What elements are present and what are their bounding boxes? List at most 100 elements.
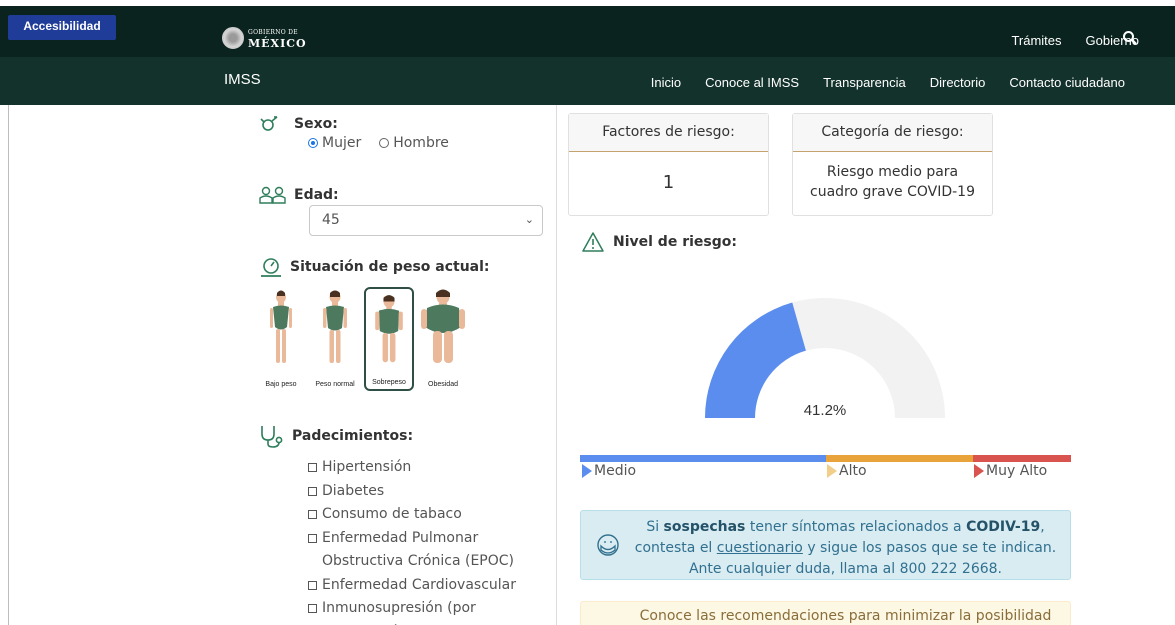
radio-dot-checked[interactable] xyxy=(308,138,318,148)
search-icon[interactable] xyxy=(1122,30,1138,46)
info-text: contesta el xyxy=(634,540,717,556)
nav-inicio[interactable]: Inicio xyxy=(651,75,681,90)
checkbox-hipertension[interactable]: Hipertensión xyxy=(308,456,538,480)
legend-medio-label: Medio xyxy=(594,463,637,479)
scale-icon xyxy=(261,258,281,277)
brand-imss[interactable]: IMSS xyxy=(224,71,261,88)
top-links: Trámites Gobierno xyxy=(1011,33,1139,48)
edad-select[interactable]: 45 ⌄ xyxy=(309,205,543,236)
radio-mujer[interactable]: Mujer xyxy=(308,135,361,151)
peso-option-obesidad-label: Obesidad xyxy=(428,381,458,388)
triangle-right-icon xyxy=(974,464,984,478)
checkbox-label: Hipertensión xyxy=(322,459,412,475)
radio-hombre[interactable]: Hombre xyxy=(379,135,449,151)
logo-small-text: GOBIERNO DE xyxy=(248,28,298,36)
radio-dot-unchecked[interactable] xyxy=(379,138,390,148)
risk-legend-bar xyxy=(580,455,1071,462)
info-line-3: Ante cualquier duda, llama al 800 222 26… xyxy=(688,561,1002,577)
people-icon xyxy=(259,186,286,204)
edad-section-title: Edad: xyxy=(258,186,339,204)
sexo-radio-group: Mujer Hombre xyxy=(308,135,449,151)
top-bar: Accesibilidad GOBIERNO DE MÉXICO Trámite… xyxy=(0,0,1175,57)
info-line-2: contesta el cuestionario y sigue los pas… xyxy=(621,538,1070,559)
checkbox-box[interactable] xyxy=(308,510,317,519)
legend-segment-medio xyxy=(580,455,826,462)
info-text: , xyxy=(1040,519,1045,535)
factores-value: 1 xyxy=(662,172,675,193)
body-figure-icon xyxy=(375,295,403,363)
peso-option-sobrepeso[interactable]: Sobrepeso xyxy=(364,287,414,391)
sexo-label: Sexo: xyxy=(294,116,338,132)
checkbox-box[interactable] xyxy=(308,463,317,472)
padecimientos-label: Padecimientos: xyxy=(292,428,414,444)
peso-option-bajo[interactable]: Bajo peso xyxy=(256,287,306,391)
nivel-riesgo-label: Nivel de riesgo: xyxy=(613,234,737,250)
peso-option-sobrepeso-label: Sobrepeso xyxy=(372,379,406,386)
cuestionario-link[interactable]: cuestionario xyxy=(717,540,803,556)
gobierno-mexico-logo[interactable]: GOBIERNO DE MÉXICO xyxy=(222,27,307,49)
covid-info-alert: Si sospechas tener síntomas relacionados… xyxy=(580,510,1071,580)
checkbox-cardiovascular[interactable]: Enfermedad Cardiovascular xyxy=(308,574,538,598)
checkbox-epoc[interactable]: Enfermedad Pulmonar Obstructiva Crónica … xyxy=(308,527,538,574)
legend-segment-muy-alto xyxy=(973,455,1071,462)
top-link-tramites[interactable]: Trámites xyxy=(1011,33,1061,48)
peso-option-obesidad[interactable]: Obesidad xyxy=(418,287,468,391)
seal-icon xyxy=(222,27,244,49)
checkbox-box[interactable] xyxy=(308,580,317,590)
body-figure-icon xyxy=(323,290,347,363)
categoria-card: Categoría de riesgo: Riesgo medio para c… xyxy=(792,113,993,216)
warning-icon xyxy=(582,232,604,252)
recommendations-text: Conoce las recomendaciones para minimiza… xyxy=(639,608,1052,624)
peso-option-normal[interactable]: Peso normal xyxy=(310,287,360,391)
nav-directorio[interactable]: Directorio xyxy=(930,75,986,90)
legend-medio: Medio xyxy=(582,463,636,479)
factores-title: Factores de riesgo: xyxy=(569,114,768,152)
checkbox-box[interactable] xyxy=(308,533,317,543)
triangle-right-icon xyxy=(582,464,592,478)
info-text: Si xyxy=(646,519,664,535)
legend-muy-alto: Muy Alto xyxy=(974,463,1047,479)
checkbox-box[interactable] xyxy=(308,604,317,613)
stethoscope-icon xyxy=(261,426,283,448)
checkbox-diabetes[interactable]: Diabetes xyxy=(308,480,538,504)
gauge-percentage: 41.2% xyxy=(804,402,847,419)
categoria-value: Riesgo medio para cuadro grave COVID-19 xyxy=(810,164,975,200)
categoria-title: Categoría de riesgo: xyxy=(793,114,992,152)
peso-option-bajo-label: Bajo peso xyxy=(265,381,297,388)
nav-transparencia[interactable]: Transparencia xyxy=(823,75,906,90)
info-line-1: Si sospechas tener síntomas relacionados… xyxy=(621,517,1070,538)
checkbox-inmunosupresion[interactable]: Inmunosupresión (por ejemplo cáncer, lup… xyxy=(308,597,518,625)
legend-alto: Alto xyxy=(827,463,867,479)
info-text: y sigue los pasos que se te indican. xyxy=(802,540,1057,556)
chevron-down-icon: ⌄ xyxy=(524,213,534,226)
padecimientos-list: Hipertensión Diabetes Consumo de tabaco … xyxy=(308,456,538,625)
recommendations-alert: Conoce las recomendaciones para minimiza… xyxy=(580,601,1071,625)
body-figure-icon xyxy=(421,289,465,363)
gauge-fill-arc xyxy=(705,302,806,418)
body-figure-icon xyxy=(270,290,292,363)
main-nav: IMSS Inicio Conoce al IMSS Transparencia… xyxy=(0,57,1175,105)
logo-big-text: MÉXICO xyxy=(248,36,307,50)
nav-contacto[interactable]: Contacto ciudadano xyxy=(1009,75,1125,90)
accessibility-button[interactable]: Accesibilidad xyxy=(8,15,116,40)
checkbox-label: Enfermedad Cardiovascular xyxy=(322,576,516,593)
checkbox-label: Inmunosupresión (por ejemplo cáncer, lup… xyxy=(322,600,517,625)
sexo-section-title: Sexo: xyxy=(258,116,338,132)
column-divider xyxy=(556,105,557,625)
padecimientos-section-title: Padecimientos: xyxy=(258,424,413,448)
radio-hombre-label: Hombre xyxy=(393,135,449,151)
info-strong: CODIV-19 xyxy=(966,519,1041,535)
radio-mujer-label: Mujer xyxy=(322,135,362,151)
peso-section-title: Situación de peso actual: xyxy=(258,256,490,278)
checkbox-tabaco[interactable]: Consumo de tabaco xyxy=(308,503,538,527)
info-text: tener síntomas relacionados a xyxy=(745,519,967,535)
gender-icon xyxy=(260,116,278,131)
legend-alto-label: Alto xyxy=(839,463,867,479)
peso-options: Bajo peso Peso normal Sobrepeso Obesidad xyxy=(256,287,472,391)
nav-conoce-imss[interactable]: Conoce al IMSS xyxy=(705,75,799,90)
factores-card: Factores de riesgo: 1 xyxy=(568,113,769,216)
peso-option-normal-label: Peso normal xyxy=(315,381,355,388)
page-left-border xyxy=(8,105,9,625)
checkbox-box[interactable] xyxy=(308,486,317,496)
triangle-right-icon xyxy=(827,464,837,478)
